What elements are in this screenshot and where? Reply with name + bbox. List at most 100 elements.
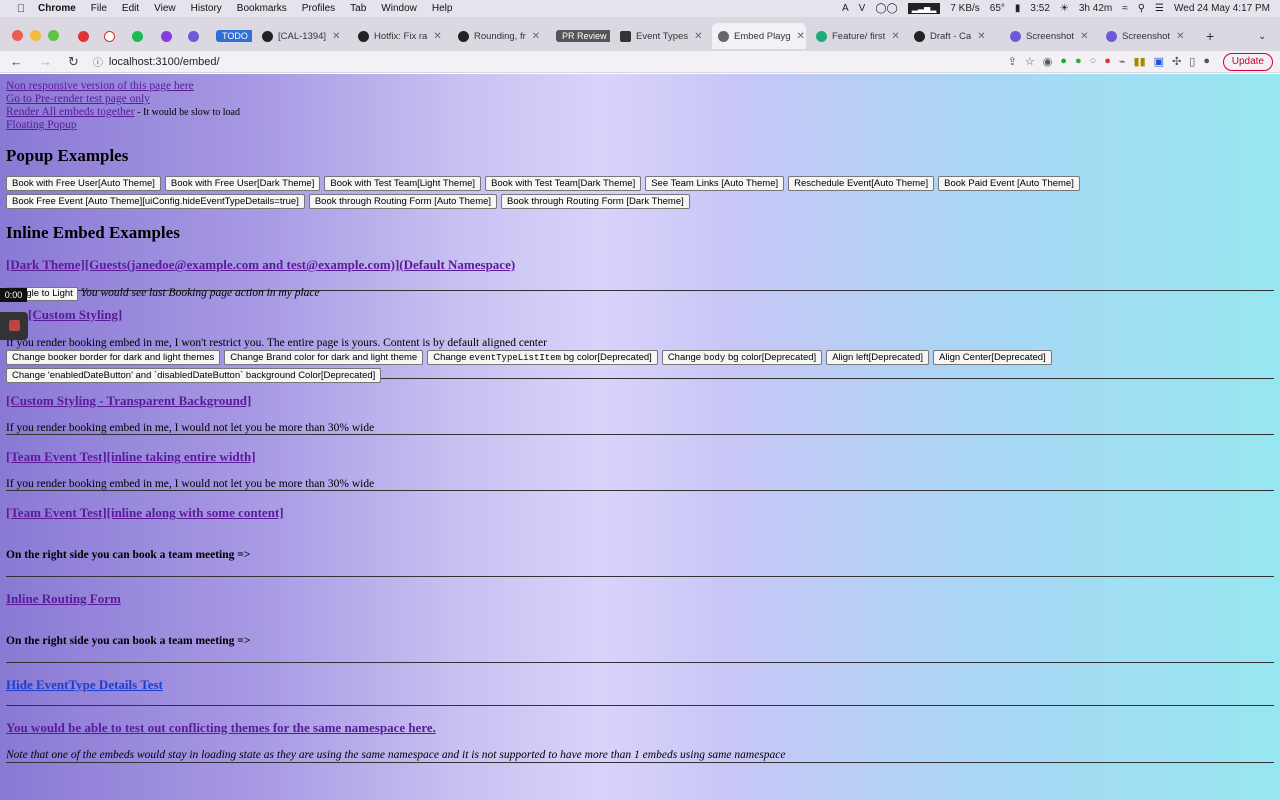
tab-cal-1394[interactable]: [CAL-1394] ✕ bbox=[256, 25, 348, 47]
menu-history[interactable]: History bbox=[191, 3, 222, 14]
tab-pr-review[interactable]: PR Review bbox=[550, 25, 610, 47]
change-brand-color-button[interactable]: Change Brand color for dark and light th… bbox=[224, 350, 424, 365]
prerender-link[interactable]: Go to Pre-render test page only bbox=[6, 93, 150, 105]
pinned-tab-1[interactable] bbox=[72, 25, 92, 47]
glasses-icon[interactable]: ◯◯ bbox=[875, 3, 897, 14]
tab-screenshot-2[interactable]: Screenshot ✕ bbox=[1100, 25, 1194, 47]
menu-help[interactable]: Help bbox=[432, 3, 453, 14]
extension-icon[interactable]: ▮▮ bbox=[1134, 55, 1146, 68]
section-title-team-with-content[interactable]: [Team Event Test][inline along with some… bbox=[6, 505, 1274, 521]
book-free-user-dark-button[interactable]: Book with Free User[Dark Theme] bbox=[164, 176, 321, 191]
sun-icon[interactable]: ☀ bbox=[1060, 3, 1069, 14]
close-tab-icon[interactable]: ✕ bbox=[433, 31, 441, 42]
close-tab-icon[interactable]: ✕ bbox=[694, 31, 702, 42]
pinned-tab-spotify[interactable] bbox=[126, 25, 146, 47]
book-test-team-dark-button[interactable]: Book with Test Team[Dark Theme] bbox=[485, 176, 642, 191]
routing-form-dark-button[interactable]: Book through Routing Form [Dark Theme] bbox=[501, 194, 690, 209]
tab-rounding[interactable]: Rounding, fr ✕ bbox=[452, 25, 546, 47]
align-left-button[interactable]: Align left[Deprecated] bbox=[826, 350, 930, 365]
tab-embed-playground[interactable]: Embed Playg ✕ bbox=[712, 23, 806, 49]
render-all-link[interactable]: Render All embeds together bbox=[6, 106, 135, 118]
close-tab-icon[interactable]: ✕ bbox=[797, 31, 805, 42]
reload-icon[interactable]: ↻ bbox=[68, 54, 79, 70]
wifi-icon[interactable]: ≈ bbox=[1122, 3, 1128, 14]
tab-draft[interactable]: Draft - Ca ✕ bbox=[908, 25, 1000, 47]
close-tab-icon[interactable]: ✕ bbox=[332, 31, 340, 42]
book-free-event-hide-details-button[interactable]: Book Free Event [Auto Theme][uiConfig.hi… bbox=[6, 194, 305, 209]
close-tab-icon[interactable]: ✕ bbox=[532, 31, 540, 42]
puzzle-icon[interactable]: ✣ bbox=[1172, 55, 1181, 68]
control-center-icon[interactable]: ☰ bbox=[1155, 3, 1164, 14]
pinned-tab-5[interactable] bbox=[182, 25, 202, 47]
side-panel-icon[interactable]: ▯ bbox=[1189, 55, 1195, 68]
pinned-tab-gmail[interactable] bbox=[98, 25, 118, 47]
tab-screenshot-1[interactable]: Screenshot ✕ bbox=[1004, 25, 1098, 47]
tab-todo[interactable]: TODO bbox=[210, 25, 252, 47]
menu-window[interactable]: Window bbox=[381, 3, 417, 14]
apple-icon[interactable]:  bbox=[14, 3, 28, 15]
pinned-tab-4[interactable] bbox=[155, 25, 175, 47]
extension-icon[interactable]: ◉ bbox=[1043, 55, 1053, 68]
zoom-window-button[interactable] bbox=[48, 30, 59, 41]
change-booker-border-button[interactable]: Change booker border for dark and light … bbox=[6, 350, 221, 365]
see-team-links-button[interactable]: See Team Links [Auto Theme] bbox=[645, 176, 785, 191]
battery-icon[interactable]: ▮ bbox=[1015, 3, 1021, 14]
menu-file[interactable]: File bbox=[91, 3, 107, 14]
extension-icon[interactable]: ○ bbox=[1090, 55, 1097, 68]
site-info-icon[interactable]: ⓘ bbox=[93, 54, 103, 69]
routing-form-auto-button[interactable]: Book through Routing Form [Auto Theme] bbox=[308, 194, 498, 209]
reschedule-event-button[interactable]: Reschedule Event[Auto Theme] bbox=[788, 176, 935, 191]
extension-icon[interactable]: ● bbox=[1075, 55, 1082, 68]
avatar[interactable]: ● bbox=[1203, 55, 1210, 68]
back-icon[interactable]: ← bbox=[10, 54, 23, 70]
forward-icon[interactable]: → bbox=[39, 54, 52, 70]
non-responsive-link[interactable]: Non responsive version of this page here bbox=[6, 80, 194, 92]
menu-edit[interactable]: Edit bbox=[122, 3, 139, 14]
extension-icon[interactable]: ▣ bbox=[1154, 55, 1164, 68]
book-free-user-auto-button[interactable]: Book with Free User[Auto Theme] bbox=[6, 176, 161, 191]
close-window-button[interactable] bbox=[12, 30, 23, 41]
change-list-item-bg-button[interactable]: Change eventTypeListItem bg color[Deprec… bbox=[427, 350, 658, 365]
datetime[interactable]: Wed 24 May 4:17 PM bbox=[1174, 3, 1270, 14]
extension-icon[interactable]: ● bbox=[1060, 55, 1067, 68]
book-paid-event-button[interactable]: Book Paid Event [Auto Theme] bbox=[938, 176, 1080, 191]
menu-profiles[interactable]: Profiles bbox=[302, 3, 335, 14]
change-body-bg-button[interactable]: Change body bg color[Deprecated] bbox=[661, 350, 823, 365]
address-bar[interactable]: localhost:3100/embed/ bbox=[109, 56, 220, 68]
text-input-icon[interactable]: A bbox=[842, 3, 849, 14]
align-center-button[interactable]: Align Center[Deprecated] bbox=[933, 350, 1052, 365]
extension-icon[interactable]: ⌁ bbox=[1119, 55, 1126, 68]
vim-icon[interactable]: V bbox=[859, 3, 866, 14]
app-name[interactable]: Chrome bbox=[38, 3, 76, 14]
extension-icon[interactable]: ● bbox=[1104, 55, 1111, 68]
bookmark-star-icon[interactable]: ☆ bbox=[1025, 55, 1035, 68]
section-title-dark-theme[interactable]: [Dark Theme][Guests(janedoe@example.com … bbox=[6, 257, 1274, 273]
menu-bookmarks[interactable]: Bookmarks bbox=[237, 3, 287, 14]
close-tab-icon[interactable]: ✕ bbox=[1176, 31, 1184, 42]
update-button[interactable]: Update bbox=[1222, 53, 1273, 71]
close-tab-icon[interactable]: ✕ bbox=[891, 31, 899, 42]
floating-popup-link[interactable]: Floating Popup bbox=[6, 119, 77, 131]
activity-graph-icon[interactable]: ▂▃▅▂ bbox=[907, 3, 941, 14]
record-stop-button[interactable] bbox=[0, 312, 28, 340]
section-title-routing-form[interactable]: Inline Routing Form bbox=[6, 591, 1274, 607]
tab-hotfix[interactable]: Hotfix: Fix ra ✕ bbox=[352, 25, 448, 47]
close-tab-icon[interactable]: ✕ bbox=[977, 31, 985, 42]
section-title-transparent-bg[interactable]: [Custom Styling - Transparent Background… bbox=[6, 393, 1274, 409]
search-icon[interactable]: ⚲ bbox=[1138, 3, 1145, 14]
menu-tab[interactable]: Tab bbox=[350, 3, 366, 14]
close-tab-icon[interactable]: ✕ bbox=[1080, 31, 1088, 42]
tab-event-types[interactable]: Event Types ✕ bbox=[614, 25, 710, 47]
section-title-conflicting-themes[interactable]: You would be able to test out conflictin… bbox=[6, 720, 1274, 736]
section-title-hide-eventtype[interactable]: Hide EventType Details Test bbox=[6, 677, 1274, 693]
share-icon[interactable]: ⇪ bbox=[1008, 55, 1017, 68]
weather-temp[interactable]: 65° bbox=[990, 3, 1005, 14]
menu-view[interactable]: View bbox=[154, 3, 176, 14]
new-tab-button[interactable]: + bbox=[1200, 25, 1220, 47]
book-test-team-light-button[interactable]: Book with Test Team[Light Theme] bbox=[324, 176, 482, 191]
section-title-custom-styling[interactable]: [Custom Styling] bbox=[6, 307, 1274, 323]
section-title-team-entire-width[interactable]: [Team Event Test][inline taking entire w… bbox=[6, 449, 1274, 465]
minimize-window-button[interactable] bbox=[30, 30, 41, 41]
tab-feature-first[interactable]: Feature/ first ✕ bbox=[810, 25, 904, 47]
tab-search-button[interactable]: ⌄ bbox=[1252, 25, 1272, 47]
